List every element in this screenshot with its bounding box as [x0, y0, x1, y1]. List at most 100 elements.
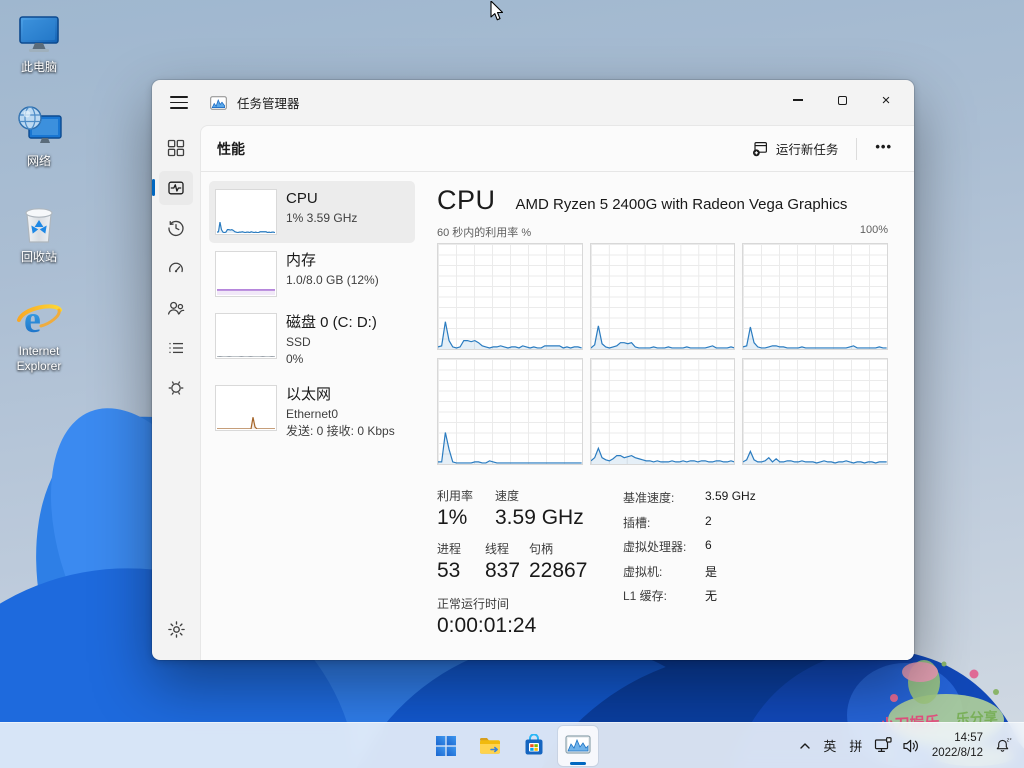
detail-label: 插槽: [623, 514, 705, 531]
core-chart [590, 243, 736, 350]
ime-lang-label: 英 [823, 736, 836, 755]
minimize-icon [793, 99, 803, 100]
maximize-button[interactable] [820, 80, 864, 120]
sidebar-item-details[interactable] [159, 331, 193, 365]
content-panel: 性能 运行新任务 ••• [200, 125, 914, 660]
more-options-button[interactable]: ••• [865, 135, 902, 162]
tray-time: 14:57 [932, 731, 983, 746]
processes-icon [167, 139, 185, 157]
sidebar-item-settings[interactable] [159, 612, 193, 646]
sidebar-item-processes[interactable] [159, 131, 193, 165]
cpu-title: CPU [437, 185, 496, 216]
detail-label: L1 缓存: [623, 587, 705, 604]
toolbar: 性能 运行新任务 ••• [201, 126, 914, 172]
desktop-icon-recycle-bin[interactable]: 回收站 [0, 200, 78, 265]
active-indicator [570, 762, 586, 765]
stat-label: 进程 [437, 540, 485, 557]
toolbar-divider [856, 138, 857, 160]
perf-item-disk[interactable]: 磁盘 0 (C: D:) SSD 0% [209, 305, 415, 377]
task-manager-taskbar-button[interactable] [558, 726, 598, 766]
ethernet-network-icon [874, 737, 892, 754]
minimize-button[interactable] [776, 80, 820, 120]
core-chart [742, 243, 888, 350]
ime-mode-label: 拼 [849, 736, 862, 755]
logical-processor-charts [437, 243, 888, 465]
sidebar-item-services[interactable] [159, 371, 193, 405]
performance-list: CPU 1% 3.59 GHz 内存 1.0/8.0 GB (12%) [201, 173, 421, 660]
maximize-icon [838, 96, 847, 105]
focus-assist-button[interactable]: z z [990, 726, 1018, 766]
sidebar-item-app-history[interactable] [159, 211, 193, 245]
tray-chevron-button[interactable] [793, 726, 817, 766]
core-chart [437, 358, 583, 465]
perf-item-ethernet[interactable]: 以太网 Ethernet0 发送: 0 接收: 0 Kbps [209, 377, 415, 449]
cpu-thumbnail-chart [215, 189, 277, 235]
ethernet-thumbnail-chart [215, 385, 277, 431]
cpu-stats-left: 利用率 1% 速度 3.59 GHz 进程 [437, 487, 623, 638]
perf-item-name: CPU [286, 190, 357, 208]
perf-item-name: 磁盘 0 (C: D:) [286, 314, 377, 332]
gear-icon [167, 620, 186, 639]
ime-mode-button[interactable]: 拼 [843, 726, 869, 766]
stat-label: 速度 [495, 487, 584, 504]
network-tray-button[interactable] [869, 726, 897, 766]
perf-item-detail: 1.0/8.0 GB (12%) [286, 272, 379, 289]
services-icon [167, 379, 185, 397]
close-button[interactable]: × [864, 80, 908, 120]
clock[interactable]: 14:57 2022/8/12 [925, 731, 990, 761]
ime-language-button[interactable]: 英 [817, 726, 843, 766]
chart-max-label: 100% [860, 224, 888, 240]
desktop-icon-label: 此电脑 [0, 60, 78, 75]
details-list-icon [167, 339, 185, 357]
network-icon [15, 104, 63, 152]
this-pc-icon [15, 10, 63, 58]
core-chart [590, 358, 736, 465]
system-tray: 英 拼 14:57 2022/8/12 [793, 723, 1018, 768]
detail-value: 6 [705, 538, 712, 555]
desktop-icon-network[interactable]: 网络 [0, 104, 78, 169]
detail-label: 虚拟处理器: [623, 538, 705, 555]
titlebar[interactable]: 任务管理器 × [152, 80, 914, 125]
cpu-detail-pane: CPU AMD Ryzen 5 2400G with Radeon Vega G… [421, 173, 914, 660]
processes-value: 53 [437, 559, 485, 583]
threads-value: 837 [485, 559, 529, 583]
users-icon [167, 299, 185, 317]
utilization-value: 1% [437, 506, 495, 530]
focus-assist-bell-icon: z z [995, 737, 1013, 754]
handles-value: 22867 [529, 559, 587, 583]
speed-value: 3.59 GHz [495, 506, 584, 530]
stat-label: 句柄 [529, 540, 587, 557]
perf-item-detail: SSD [286, 334, 377, 351]
start-button[interactable] [426, 726, 466, 766]
sidebar-item-startup-apps[interactable] [159, 251, 193, 285]
new-task-icon [752, 141, 768, 157]
hamburger-menu-icon[interactable] [164, 90, 194, 116]
history-icon [167, 219, 185, 237]
memory-thumbnail-chart [215, 251, 277, 297]
detail-value: 3.59 GHz [705, 489, 756, 506]
recycle-bin-icon [15, 200, 63, 248]
volume-tray-button[interactable] [897, 726, 925, 766]
file-explorer-icon [478, 734, 502, 758]
sidebar-item-performance[interactable] [159, 171, 193, 205]
desktop-icon-internet-explorer[interactable]: e Internet Explorer [0, 294, 78, 374]
sidebar-item-users[interactable] [159, 291, 193, 325]
stat-label: 正常运行时间 [437, 595, 623, 612]
desktop-icon-this-pc[interactable]: 此电脑 [0, 10, 78, 75]
run-new-task-label: 运行新任务 [776, 139, 839, 158]
perf-item-memory[interactable]: 内存 1.0/8.0 GB (12%) [209, 243, 415, 305]
perf-item-detail: 0% [286, 351, 377, 368]
file-explorer-button[interactable] [470, 726, 510, 766]
perf-item-cpu[interactable]: CPU 1% 3.59 GHz [209, 181, 415, 243]
cpu-stats-right: 基准速度:3.59 GHz 插槽:2 虚拟处理器:6 虚拟机:是 L1 缓存:无 [623, 487, 756, 638]
speedometer-icon [167, 259, 185, 277]
desktop-icon-label: 网络 [0, 154, 78, 169]
windows-logo-icon [435, 735, 457, 757]
svg-text:z: z [1010, 737, 1012, 741]
microsoft-store-button[interactable] [514, 726, 554, 766]
perf-item-detail: 1% 3.59 GHz [286, 210, 357, 227]
microsoft-store-icon [522, 734, 546, 758]
run-new-task-button[interactable]: 运行新任务 [742, 132, 849, 165]
desktop-icon-label: 回收站 [0, 250, 78, 265]
navigation-rail [152, 125, 200, 660]
